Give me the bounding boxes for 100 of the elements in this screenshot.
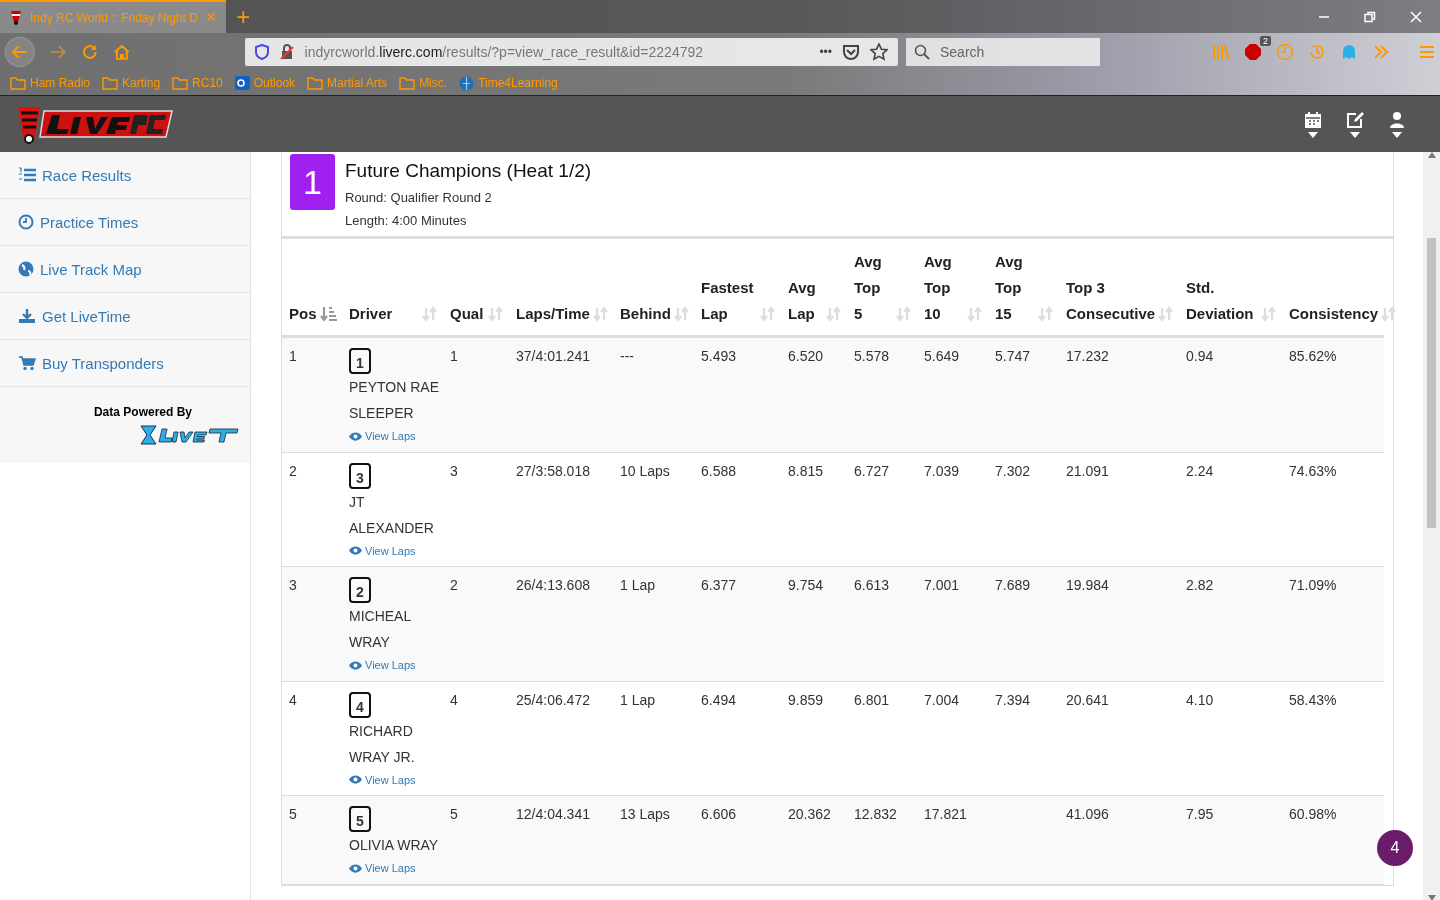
table-cell: 4 [450, 691, 458, 708]
table-cell: 3 [289, 577, 297, 593]
view-laps-link[interactable]: View Laps [349, 659, 416, 671]
sort-descending-icon[interactable] [320, 305, 338, 323]
scrollbar-thumb[interactable] [1427, 238, 1436, 528]
sort-icon[interactable] [421, 305, 439, 323]
scroll-down-icon[interactable] [1427, 895, 1436, 900]
column-header[interactable]: Qual [450, 301, 484, 327]
new-tab-button[interactable]: + [236, 2, 251, 31]
eye-icon [349, 775, 362, 784]
livetime-logo-drawing[interactable] [140, 425, 240, 445]
table-cell: 20.362 [788, 806, 831, 822]
race-number-badge: 1 [290, 154, 335, 210]
sidebar-item[interactable]: Practice Times [0, 199, 250, 246]
column-header[interactable]: Std. Deviation [1186, 275, 1258, 327]
address-bar[interactable]: indyrcworld.liverc.com/results/?p=view_race_result&id=2224792 ••• [244, 38, 898, 66]
floating-count-badge[interactable]: 4 [1377, 830, 1413, 866]
table-cell: 12/4:04.341 [516, 806, 590, 822]
column-header[interactable]: Pos [289, 301, 317, 327]
stop-sign-icon[interactable] [1244, 43, 1262, 61]
sort-icon[interactable] [1260, 305, 1278, 323]
column-header[interactable]: Driver [349, 301, 393, 327]
view-laps-link[interactable]: View Laps [349, 862, 416, 874]
library-icon[interactable] [1212, 43, 1230, 61]
calendar-dropdown[interactable] [1304, 110, 1322, 138]
numbered-list-icon [18, 167, 36, 183]
car-number-badge: 1 [349, 348, 371, 374]
view-laps-link[interactable]: View Laps [349, 773, 416, 786]
column-header[interactable]: Laps/Time [516, 301, 590, 327]
blocked-count-badge: 2 [1259, 36, 1271, 46]
sidebar-item[interactable]: Get LiveTime [0, 293, 250, 340]
table-cell: 85.62% [1289, 348, 1337, 364]
folder-icon [172, 76, 189, 90]
edit-dropdown[interactable] [1346, 110, 1364, 138]
restore-icon[interactable] [1364, 10, 1376, 23]
table-cell: 2.24 [1186, 462, 1214, 479]
race-length: Length: 4:00 Minutes [345, 213, 468, 228]
table-cell: 17.232 [1066, 348, 1109, 364]
sidebar-item[interactable]: Race Results [0, 152, 250, 199]
home-icon[interactable] [112, 43, 131, 61]
sort-icon[interactable] [825, 305, 843, 323]
chevron-icon[interactable] [1372, 43, 1390, 61]
pocket-icon[interactable] [842, 43, 860, 61]
race-round: Round: Qualifier Round 2 [345, 190, 493, 205]
sort-icon[interactable] [1157, 305, 1176, 323]
column-header[interactable]: Avg Lap [788, 275, 818, 327]
page-actions-button[interactable]: ••• [819, 45, 832, 59]
view-laps-link[interactable]: View Laps [349, 544, 416, 557]
user-dropdown[interactable] [1388, 110, 1406, 138]
table-cell: 5.493 [701, 348, 737, 364]
menu-icon[interactable] [1418, 43, 1436, 61]
table-cell: 6.606 [701, 806, 737, 822]
search-field[interactable]: Search [906, 38, 1100, 66]
view-laps-link[interactable]: View Laps [349, 430, 416, 442]
folder-icon [10, 76, 26, 90]
sort-icon[interactable] [672, 305, 691, 323]
scrollbar[interactable] [1423, 152, 1440, 900]
sort-icon[interactable] [1380, 305, 1399, 323]
table-cell: 7.394 [995, 691, 1031, 708]
sidebar-item[interactable]: Buy Transponders [0, 340, 250, 387]
history-icon[interactable] [1308, 43, 1326, 61]
sort-icon[interactable] [966, 305, 984, 323]
ghost-icon[interactable] [1340, 43, 1358, 61]
table-cell: 58.43% [1289, 691, 1337, 708]
sort-icon[interactable] [759, 305, 777, 323]
table-cell: 1 Lap [620, 577, 656, 593]
table-cell: 5 [289, 806, 297, 822]
table-cell: 71.09% [1289, 577, 1337, 593]
table-cell: 1 Lap [620, 691, 656, 708]
eye-icon [349, 863, 362, 873]
car-number-badge: 5 [349, 806, 371, 832]
column-header[interactable]: Avg Top 10 [924, 249, 954, 327]
table-cell: 6.588 [701, 462, 737, 479]
column-header[interactable]: Avg Top 15 [995, 249, 1025, 327]
table-cell: 8.815 [788, 462, 824, 479]
back-button[interactable] [4, 36, 36, 68]
table-cell: 6.377 [701, 577, 737, 593]
sidebar-item[interactable]: Live Track Map [0, 246, 250, 293]
table-cell: 20.641 [1066, 691, 1109, 708]
table-cell: 17.821 [924, 806, 967, 822]
column-header[interactable]: Fastest Lap [701, 275, 757, 327]
sort-icon[interactable] [487, 305, 505, 323]
mail-app-icon [234, 76, 250, 90]
column-header[interactable]: Behind [620, 301, 671, 327]
close-icon[interactable] [1410, 10, 1422, 23]
forward-icon[interactable] [49, 43, 68, 61]
sort-icon[interactable] [1037, 305, 1055, 323]
search-input[interactable]: Search [938, 43, 1092, 61]
table-cell: 7.001 [924, 577, 960, 593]
column-header[interactable]: Consistency [1289, 301, 1379, 327]
sort-icon[interactable] [895, 305, 913, 323]
table-cell: 37/4:01.241 [516, 348, 590, 364]
star-icon[interactable] [870, 43, 888, 61]
powered-by-text: Data Powered By [93, 405, 192, 419]
reload-icon[interactable] [81, 43, 99, 61]
clock-icon[interactable] [1276, 43, 1294, 61]
table-cell: 7.039 [924, 462, 960, 479]
sort-icon[interactable] [591, 305, 610, 323]
column-header[interactable]: Avg Top 5 [854, 249, 884, 327]
column-header[interactable]: Top 3 Consecutive [1066, 275, 1156, 327]
